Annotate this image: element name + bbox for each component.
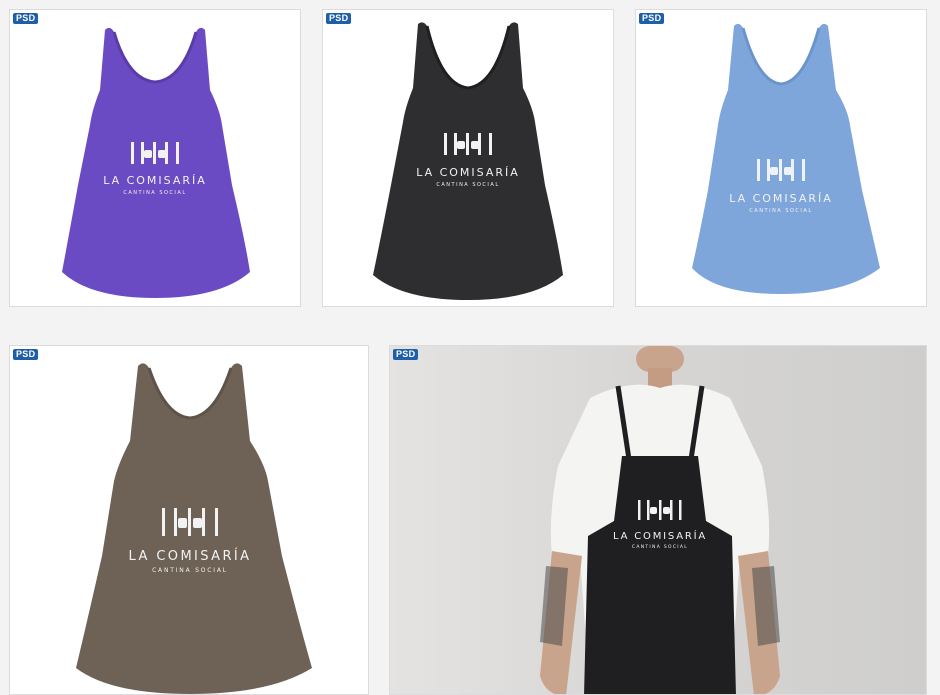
mockup-card-blue-tank[interactable]: PSD LA COMISARÍA CANTINA SOCIAL bbox=[635, 9, 927, 307]
logo-tagline: CANTINA SOCIAL bbox=[152, 567, 228, 574]
logo-tagline: CANTINA SOCIAL bbox=[123, 190, 186, 196]
psd-badge: PSD bbox=[639, 13, 665, 24]
logo-wordmark: LA COMISARÍA bbox=[416, 166, 520, 179]
tank-top-body bbox=[692, 23, 880, 295]
mockup-card-purple-tank[interactable]: PSD LA COMISARÍA CANTINA SOCIAL bbox=[9, 9, 301, 307]
tank-top-image: LA COMISARÍA CANTINA SOCIAL bbox=[692, 23, 880, 295]
apron-photo: LA COMISARÍA CANTINA SOCIAL bbox=[390, 346, 926, 694]
mockup-card-brown-tank[interactable]: PSD LA COMISARÍA CANTINA SOCIAL bbox=[9, 345, 369, 695]
tank-top-body bbox=[373, 22, 563, 301]
logo-wordmark: LA COMISARÍA bbox=[103, 174, 207, 187]
tank-top-image: LA COMISARÍA CANTINA SOCIAL bbox=[76, 363, 312, 694]
logo-tagline: CANTINA SOCIAL bbox=[749, 208, 812, 214]
mockup-gallery: PSD LA COMISARÍA CANTINA SOCIAL PSD LA C… bbox=[0, 0, 940, 695]
logo-wordmark: LA COMISARÍA bbox=[129, 548, 252, 564]
mockup-card-black-tank[interactable]: PSD LA COMISARÍA CANTINA SOCIAL bbox=[322, 9, 614, 307]
psd-badge: PSD bbox=[13, 349, 39, 360]
logo-wordmark: LA COMISARÍA bbox=[729, 192, 833, 205]
logo-tagline: CANTINA SOCIAL bbox=[632, 544, 688, 550]
logo-wordmark: LA COMISARÍA bbox=[613, 529, 707, 542]
psd-badge: PSD bbox=[326, 13, 352, 24]
psd-badge: PSD bbox=[13, 13, 39, 24]
tank-top-image: LA COMISARÍA CANTINA SOCIAL bbox=[62, 27, 250, 299]
logo-tagline: CANTINA SOCIAL bbox=[436, 182, 499, 188]
mockup-card-apron[interactable]: PSD LA COMISARÍA CANTINA SOCIAL bbox=[389, 345, 927, 695]
psd-badge: PSD bbox=[393, 349, 419, 360]
tank-top-image: LA COMISARÍA CANTINA SOCIAL bbox=[373, 22, 563, 301]
tank-top-body bbox=[76, 363, 312, 694]
